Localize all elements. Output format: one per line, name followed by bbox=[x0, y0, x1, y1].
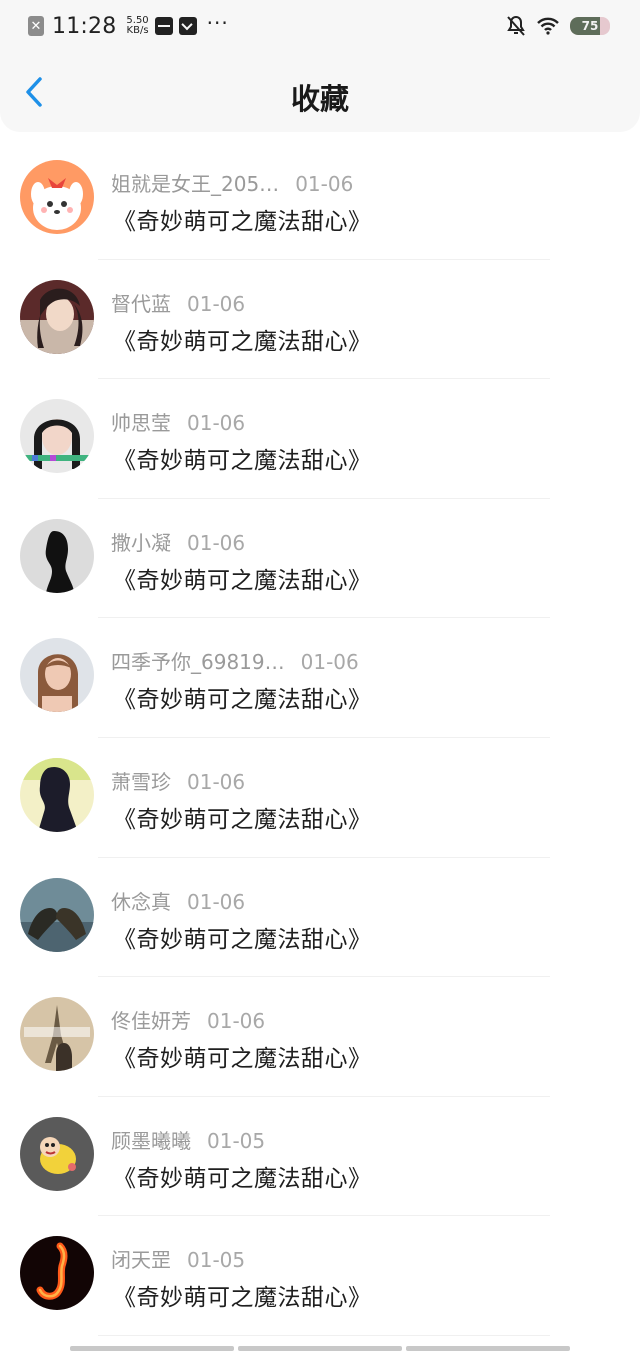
item-meta: 休念真 01-06 bbox=[111, 886, 245, 915]
work-title[interactable]: 《奇妙萌可之魔法甜心》 bbox=[113, 1278, 372, 1312]
more-notifications-icon: ··· bbox=[206, 11, 229, 35]
close-square-icon: ✕ bbox=[28, 16, 44, 36]
favorite-item[interactable]: 萧雪珍 01-06 《奇妙萌可之魔法甜心》 bbox=[0, 738, 640, 858]
favorite-item[interactable]: 休念真 01-06 《奇妙萌可之魔法甜心》 bbox=[0, 858, 640, 978]
item-meta: 顾墨曦曦 01-05 bbox=[111, 1125, 265, 1154]
favorite-item[interactable]: 撒小凝 01-06 《奇妙萌可之魔法甜心》 bbox=[0, 499, 640, 619]
status-bar: ✕ 11:28 5.50 KB/s ··· 75 bbox=[0, 0, 640, 52]
item-meta: 萧雪珍 01-06 bbox=[111, 766, 245, 795]
item-meta: 督代蓝 01-06 bbox=[111, 288, 245, 317]
user-name[interactable]: 四季予你_69819… bbox=[111, 646, 285, 675]
page-title: 收藏 bbox=[290, 82, 349, 116]
avatar[interactable] bbox=[20, 399, 94, 474]
item-meta: 佟佳妍芳 01-06 bbox=[111, 1005, 265, 1034]
favorite-item[interactable]: 佟佳妍芳 01-06 《奇妙萌可之魔法甜心》 bbox=[0, 977, 640, 1097]
avatar[interactable] bbox=[20, 279, 94, 354]
work-title[interactable]: 《奇妙萌可之魔法甜心》 bbox=[113, 920, 372, 954]
favorite-item[interactable]: 帅思莹 01-06 《奇妙萌可之魔法甜心》 bbox=[0, 379, 640, 499]
notification-icon bbox=[154, 17, 173, 35]
user-name[interactable]: 撒小凝 bbox=[111, 527, 171, 556]
avatar[interactable] bbox=[20, 518, 94, 593]
favorite-item[interactable]: 四季予你_69819… 01-06 《奇妙萌可之魔法甜心》 bbox=[0, 618, 640, 738]
avatar[interactable] bbox=[20, 997, 94, 1072]
user-name[interactable]: 姐就是女王_205… bbox=[111, 168, 279, 197]
user-name[interactable]: 萧雪珍 bbox=[111, 766, 171, 795]
bottom-indicator-segment bbox=[70, 1346, 234, 1351]
work-title[interactable]: 《奇妙萌可之魔法甜心》 bbox=[113, 800, 372, 834]
work-title[interactable]: 《奇妙萌可之魔法甜心》 bbox=[113, 441, 372, 475]
favorite-date: 01-05 bbox=[207, 1128, 266, 1153]
battery-level: 75 bbox=[581, 19, 599, 33]
work-title[interactable]: 《奇妙萌可之魔法甜心》 bbox=[113, 322, 372, 356]
header: 收藏 bbox=[0, 52, 640, 132]
avatar[interactable] bbox=[20, 877, 94, 952]
item-meta: 姐就是女王_205… 01-06 bbox=[111, 168, 353, 197]
bottom-indicator bbox=[70, 1346, 570, 1351]
favorite-date: 01-06 bbox=[187, 291, 246, 316]
mail-icon bbox=[178, 17, 197, 35]
bell-off-icon bbox=[506, 15, 526, 37]
bottom-indicator-segment bbox=[238, 1346, 402, 1351]
avatar[interactable] bbox=[20, 638, 94, 713]
work-title[interactable]: 《奇妙萌可之魔法甜心》 bbox=[113, 1039, 372, 1073]
favorite-item[interactable]: 督代蓝 01-06 《奇妙萌可之魔法甜心》 bbox=[0, 260, 640, 380]
avatar[interactable] bbox=[20, 1236, 94, 1311]
favorite-item[interactable]: 顾墨曦曦 01-05 《奇妙萌可之魔法甜心》 bbox=[0, 1097, 640, 1217]
item-meta: 撒小凝 01-06 bbox=[111, 527, 245, 556]
bottom-indicator-segment bbox=[406, 1346, 570, 1351]
item-meta: 帅思莹 01-06 bbox=[111, 407, 245, 436]
battery-indicator: 75 bbox=[570, 17, 610, 35]
work-title[interactable]: 《奇妙萌可之魔法甜心》 bbox=[113, 561, 372, 595]
work-title[interactable]: 《奇妙萌可之魔法甜心》 bbox=[113, 202, 372, 236]
item-meta: 闭天罡 01-05 bbox=[111, 1244, 245, 1273]
favorite-date: 01-06 bbox=[187, 889, 246, 914]
avatar[interactable] bbox=[20, 1116, 94, 1191]
favorites-list: 姐就是女王_205… 01-06 《奇妙萌可之魔法甜心》 督代蓝 01-06 《奇妙萌可之… bbox=[0, 140, 640, 1336]
network-speed-unit: KB/s bbox=[126, 25, 149, 36]
favorite-date: 01-06 bbox=[207, 1009, 266, 1034]
user-name[interactable]: 闭天罡 bbox=[111, 1244, 171, 1273]
user-name[interactable]: 督代蓝 bbox=[111, 288, 171, 317]
avatar[interactable] bbox=[20, 160, 94, 234]
favorite-date: 01-06 bbox=[295, 172, 354, 196]
network-speed: 5.50 KB/s bbox=[126, 16, 148, 36]
user-name[interactable]: 顾墨曦曦 bbox=[111, 1125, 191, 1154]
user-name[interactable]: 佟佳妍芳 bbox=[111, 1005, 191, 1034]
favorite-date: 01-06 bbox=[187, 769, 246, 794]
work-title[interactable]: 《奇妙萌可之魔法甜心》 bbox=[113, 680, 372, 714]
wifi-icon bbox=[536, 16, 560, 36]
work-title[interactable]: 《奇妙萌可之魔法甜心》 bbox=[113, 1159, 372, 1193]
user-name[interactable]: 帅思莹 bbox=[111, 407, 171, 436]
avatar[interactable] bbox=[20, 757, 94, 832]
item-meta: 四季予你_69819… 01-06 bbox=[111, 646, 359, 675]
favorite-date: 01-06 bbox=[187, 530, 246, 555]
favorite-date: 01-06 bbox=[300, 650, 359, 675]
favorite-item[interactable]: 姐就是女王_205… 01-06 《奇妙萌可之魔法甜心》 bbox=[0, 140, 640, 260]
favorite-date: 01-06 bbox=[187, 411, 246, 436]
status-time: 11:28 bbox=[52, 13, 117, 39]
user-name[interactable]: 休念真 bbox=[111, 886, 171, 915]
favorite-date: 01-05 bbox=[187, 1248, 246, 1273]
favorite-item[interactable]: 闭天罡 01-05 《奇妙萌可之魔法甜心》 bbox=[0, 1216, 640, 1336]
